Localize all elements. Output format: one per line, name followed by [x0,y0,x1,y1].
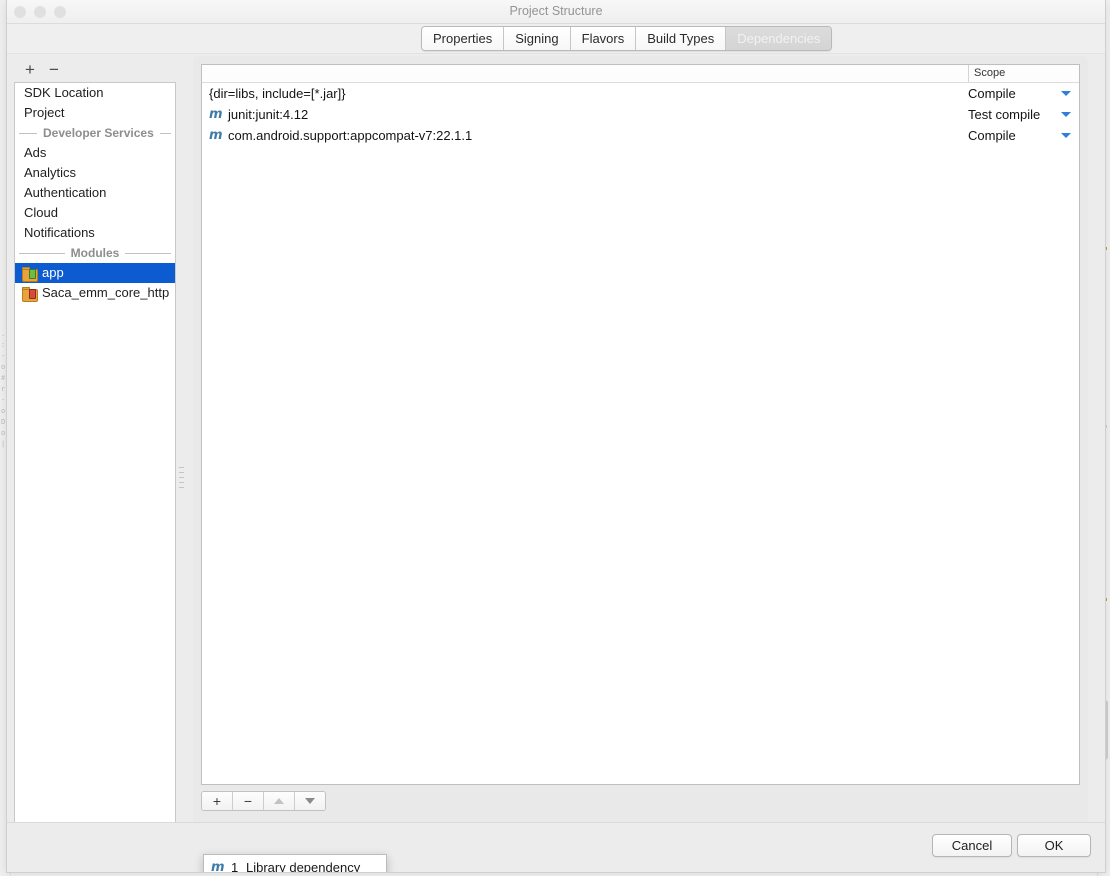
remove-module-button[interactable]: − [49,61,59,78]
move-up-icon [274,798,284,804]
sidebar-item-project[interactable]: Project [15,103,175,123]
sidebar-tree: SDK Location Project Developer Services … [14,82,176,842]
tab-signing[interactable]: Signing [504,27,571,50]
scope-dropdown[interactable]: Compile [968,86,1079,101]
sidebar-item-cloud[interactable]: Cloud [15,203,175,223]
dependency-name: junit:junit:4.12 [228,107,309,122]
dependency-name-cell: m com.android.support:appcompat-v7:22.1.… [209,128,472,143]
sidebar-item-ads[interactable]: Ads [15,143,175,163]
sidebar-item-authentication[interactable]: Authentication [15,183,175,203]
sidebar-group-label: Modules [70,246,120,260]
scope-value: Compile [968,86,1016,101]
column-header-scope[interactable]: Scope [968,65,1005,82]
remove-dependency-button[interactable]: − [233,792,264,810]
android-module-icon [22,266,38,282]
add-dependency-button[interactable]: + [202,792,233,810]
add-dependency-menu: m 1 Library dependency 2 File dependency… [203,854,387,873]
dependency-name: com.android.support:appcompat-v7:22.1.1 [228,128,473,143]
sidebar-toolbar: + − [17,56,185,82]
scope-value: Compile [968,128,1016,143]
tab-properties[interactable]: Properties [422,27,505,50]
tab-flavors[interactable]: Flavors [570,27,637,50]
splitter-grip-icon[interactable] [179,467,184,497]
move-down-button[interactable] [295,792,325,810]
menu-item-label: Library dependency [246,859,361,873]
sidebar-group-label: Developer Services [43,126,154,140]
dialog-footer: Cancel OK [7,822,1105,872]
dependency-name-cell: {dir=libs, include=[*.jar]} [209,86,346,101]
table-row[interactable]: {dir=libs, include=[*.jar]} Compile [202,83,1079,104]
segmented-tab-control: Properties Signing Flavors Build Types D… [421,26,833,51]
window-title: Project Structure [509,4,603,18]
sidebar-group-developer-services: Developer Services [15,123,175,143]
sidebar-item-label: Saca_emm_core_http [42,285,170,300]
chevron-down-icon [1061,112,1071,117]
table-row[interactable]: m com.android.support:appcompat-v7:22.1.… [202,125,1079,146]
scope-dropdown[interactable]: Test compile [968,107,1079,122]
ok-button[interactable]: OK [1017,834,1091,857]
library-module-icon [22,286,38,302]
dependency-name-cell: m junit:junit:4.12 [209,107,308,122]
sidebar-item-sdk-location[interactable]: SDK Location [15,83,175,103]
chevron-down-icon [1061,91,1071,96]
scope-value: Test compile [968,107,1041,122]
tab-build-types[interactable]: Build Types [636,27,727,50]
sidebar-item-analytics[interactable]: Analytics [15,163,175,183]
tab-dependencies[interactable]: Dependencies [726,27,832,50]
dependencies-table: Scope {dir=libs, include=[*.jar]} Compil… [201,64,1080,785]
table-header: Scope [202,65,1079,83]
menu-item-number: 1 [231,859,239,873]
add-module-button[interactable]: + [25,61,35,78]
sidebar-item-app[interactable]: app [15,263,175,283]
sidebar-group-modules: Modules [15,243,175,263]
maven-icon: m [209,128,223,143]
tab-bar: Properties Signing Flavors Build Types D… [7,24,1105,54]
menu-item-library-dependency[interactable]: m 1 Library dependency [204,857,386,873]
dependency-toolbar: + − [201,791,326,811]
scope-dropdown[interactable]: Compile [968,128,1079,143]
table-row[interactable]: m junit:junit:4.12 Test compile [202,104,1079,125]
move-down-icon [305,798,315,804]
maven-icon: m [211,859,225,873]
sidebar-item-notifications[interactable]: Notifications [15,223,175,243]
sidebar-item-saca-emm-core-http[interactable]: Saca_emm_core_http [15,283,175,303]
move-up-button[interactable] [264,792,295,810]
dialog-content: + − SDK Location Project Developer Servi… [7,54,1105,872]
maven-icon: m [209,107,223,122]
sidebar-item-label: app [42,265,64,280]
chevron-down-icon [1061,133,1071,138]
cancel-button[interactable]: Cancel [932,834,1012,857]
project-structure-dialog: Project Structure Properties Signing Fla… [6,0,1106,873]
dialog-titlebar: Project Structure [7,0,1105,24]
dependency-name: {dir=libs, include=[*.jar]} [209,86,346,101]
dependencies-panel: Scope {dir=libs, include=[*.jar]} Compil… [193,56,1088,836]
sidebar-splitter[interactable] [176,82,188,840]
